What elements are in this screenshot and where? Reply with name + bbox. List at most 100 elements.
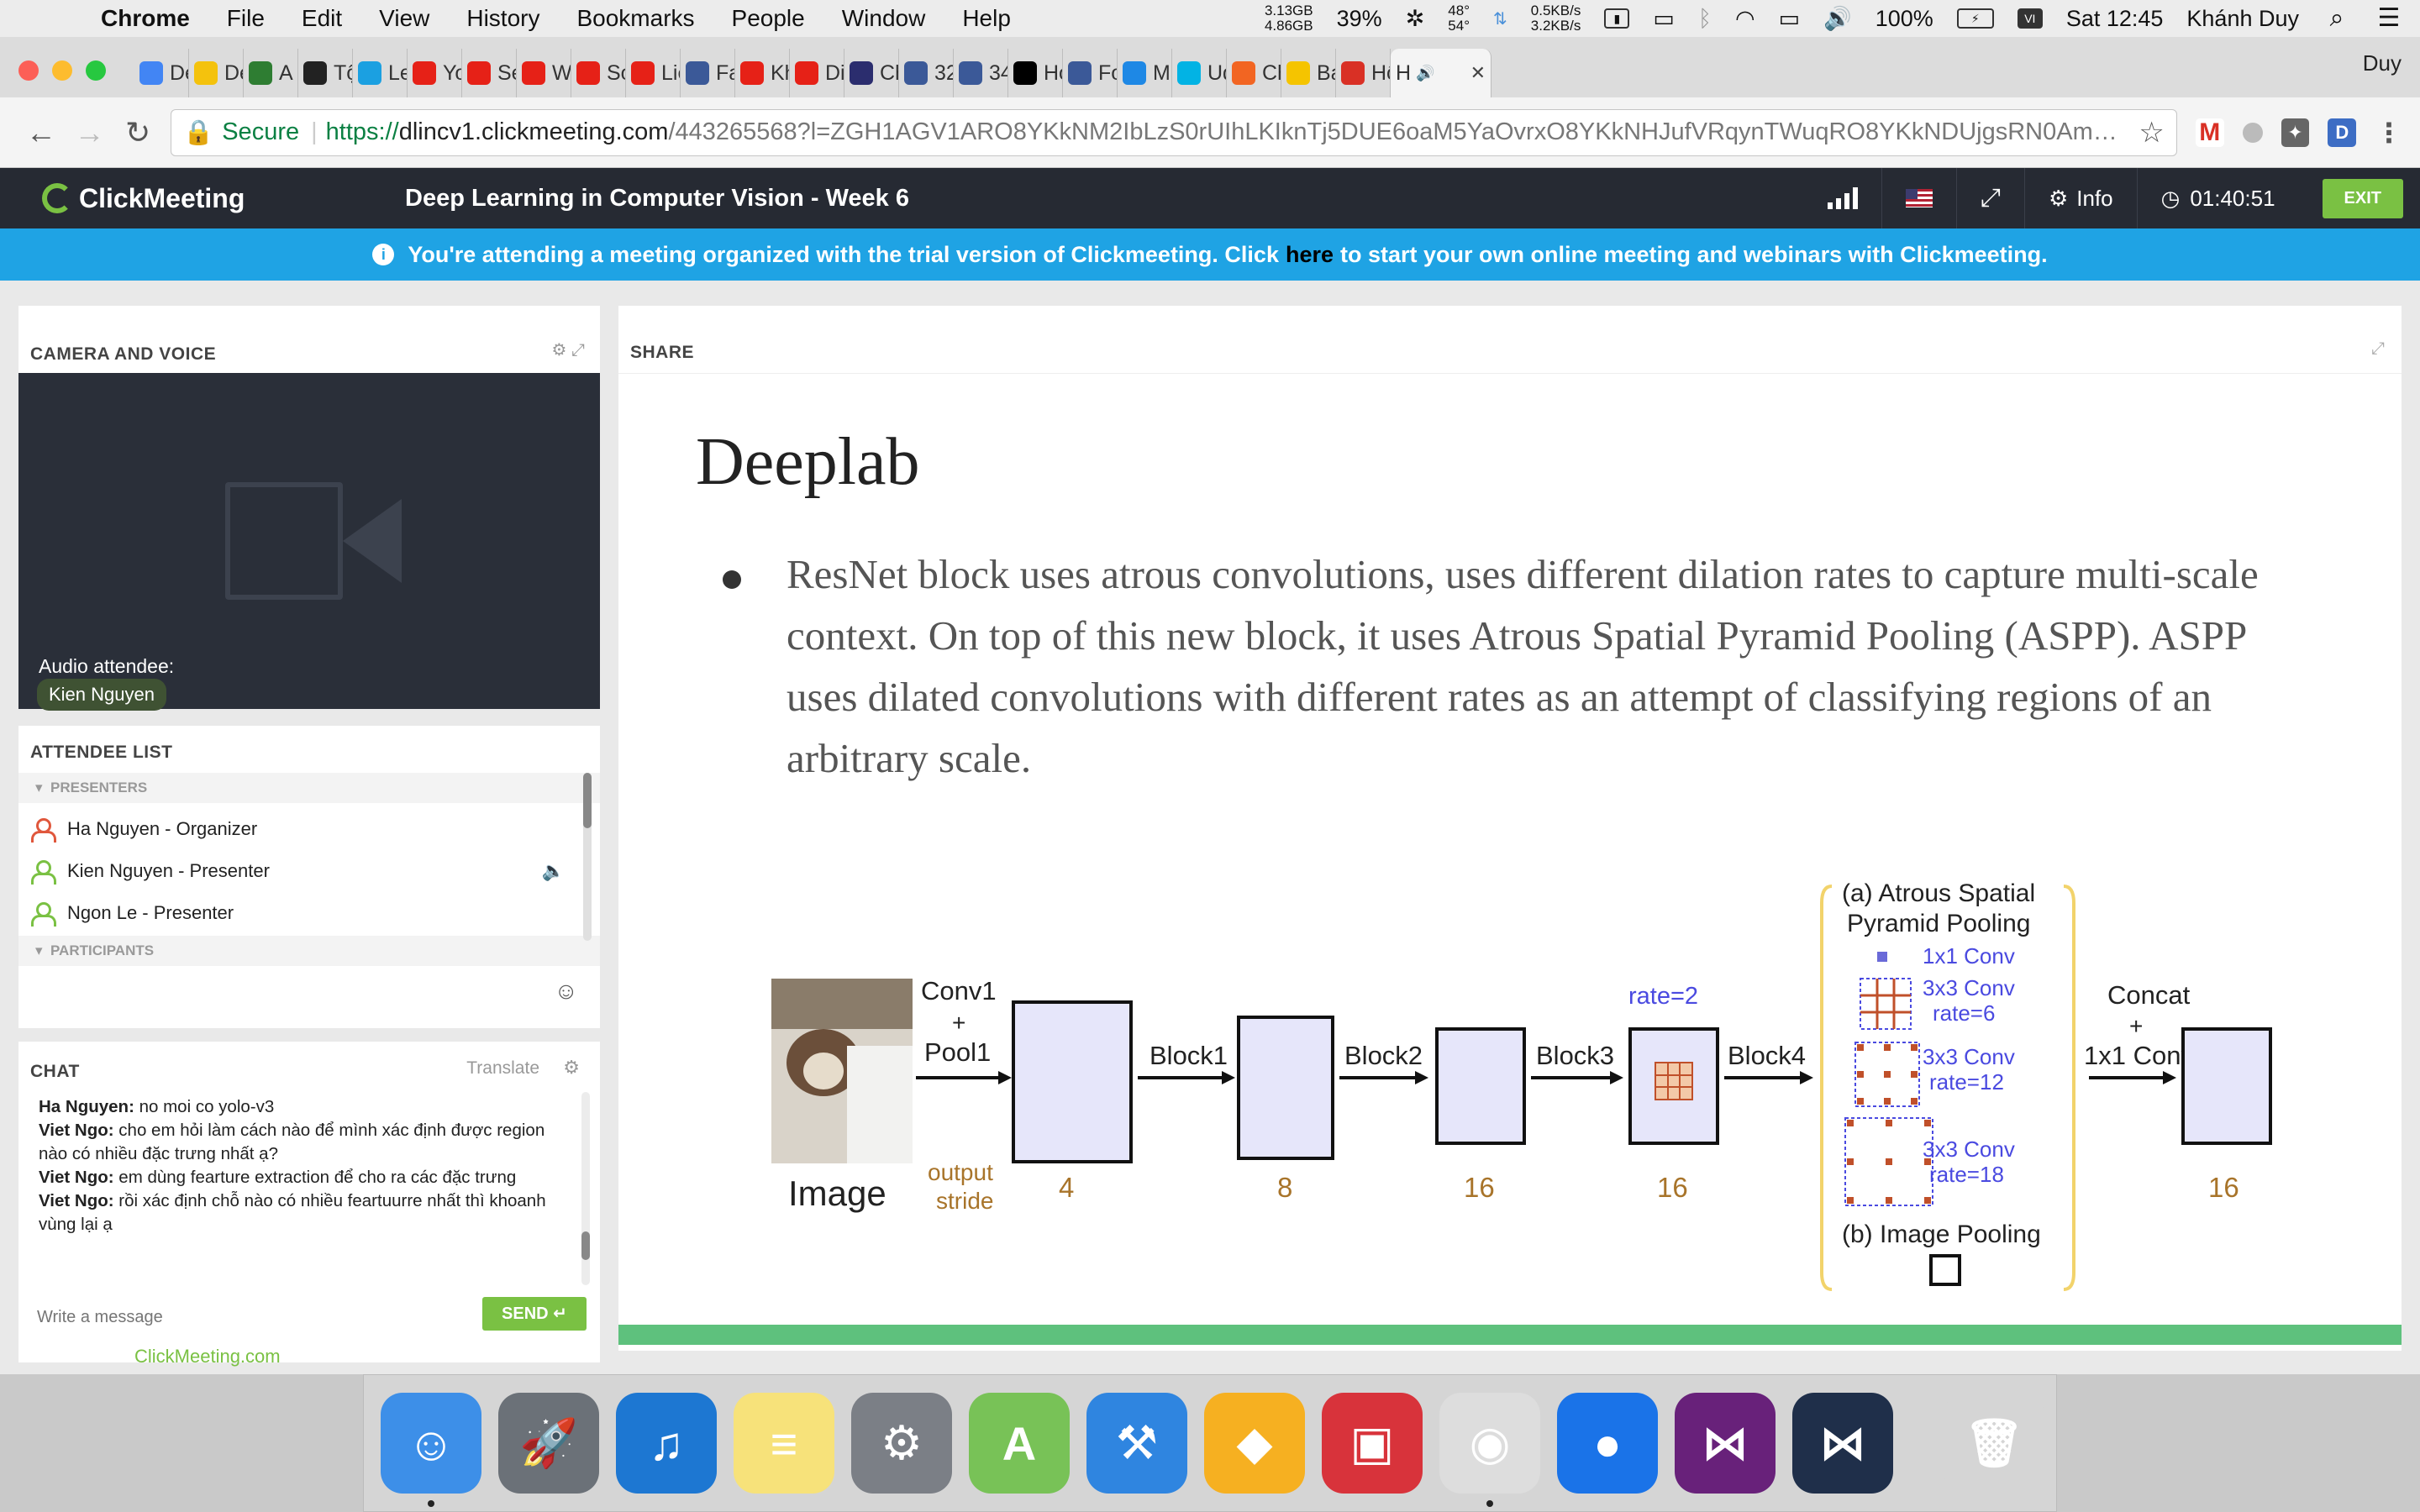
browser-tab[interactable]: Kh (735, 49, 790, 97)
fullscreen-button[interactable]: ⤢ (1955, 168, 2024, 228)
battery-percent[interactable]: 100% (1876, 6, 1933, 32)
menu-view[interactable]: View (379, 5, 429, 32)
browser-tab[interactable]: Ma (1118, 49, 1172, 97)
browser-tab[interactable]: Fo (1063, 49, 1118, 97)
dock-app-sketch[interactable]: ◆ (1204, 1393, 1305, 1494)
d-extension-icon[interactable]: D (2328, 118, 2357, 147)
volume-icon[interactable]: 🔊 (1823, 5, 1852, 32)
menu-help[interactable]: Help (962, 5, 1011, 32)
chrome-menu-icon[interactable]: ⋮ (2375, 118, 2403, 147)
browser-tab[interactable]: De (189, 49, 244, 97)
bookmark-star-icon[interactable]: ☆ (2128, 116, 2164, 150)
gmail-extension-icon[interactable]: M (2195, 118, 2224, 147)
browser-tab[interactable]: Fac (681, 49, 735, 97)
browser-tab[interactable]: Dir (790, 49, 844, 97)
browser-tab[interactable]: Ud (1172, 49, 1227, 97)
browser-tab[interactable]: So (571, 49, 626, 97)
powered-by-link[interactable]: ClickMeeting.com (134, 1346, 281, 1368)
input-source-icon[interactable]: VI (2017, 8, 2043, 29)
menu-file[interactable]: File (227, 5, 265, 32)
banner-here-link[interactable]: here (1286, 242, 1334, 268)
close-window-button[interactable] (18, 60, 39, 81)
browser-tab[interactable]: Ch (1227, 49, 1281, 97)
attendee-scrollbar[interactable] (583, 773, 592, 941)
dock-app-notes[interactable]: ≡ (734, 1393, 834, 1494)
dock-app-vs-code[interactable]: ⋈ (1792, 1393, 1893, 1494)
attendee-row[interactable]: Ngon Le - Presenter (18, 892, 573, 934)
chat-settings-icon[interactable]: ⚙ (563, 1057, 580, 1079)
browser-tab[interactable]: Hộ (1336, 49, 1391, 97)
dock-app-visual-studio[interactable]: ⋈ (1675, 1393, 1776, 1494)
zoom-window-button[interactable] (86, 60, 106, 81)
menubar-clock[interactable]: Sat 12:45 (2066, 6, 2164, 32)
browser-tab[interactable]: Ho (1008, 49, 1063, 97)
browser-tab[interactable]: We (517, 49, 571, 97)
browser-tab[interactable]: 34 (954, 49, 1008, 97)
address-bar[interactable]: 🔒 Secure | https:// dlincv1.clickmeeting… (171, 108, 2177, 156)
browser-tab[interactable]: Tộ (298, 49, 353, 97)
emoji-icon[interactable]: ☺ (554, 978, 578, 1005)
display-icon[interactable]: ▭ (1653, 6, 1675, 32)
expand-icon[interactable]: ⤢ (2371, 339, 2385, 359)
active-tab[interactable]: H 🔊 ✕ (1391, 49, 1491, 97)
attendee-row[interactable]: Kien Nguyen - Presenter 🔈 (18, 850, 573, 892)
presenters-group-header[interactable]: ▾ PRESENTERS (18, 773, 600, 803)
menu-window[interactable]: Window (842, 5, 926, 32)
browser-tab[interactable]: Ch (844, 49, 899, 97)
minimize-window-button[interactable] (52, 60, 72, 81)
send-button[interactable]: SEND ↵ (482, 1297, 587, 1331)
wifi-icon[interactable]: ◠ (1735, 6, 1755, 32)
chat-scrollbar[interactable] (581, 1092, 590, 1285)
browser-tab[interactable]: De (134, 49, 189, 97)
dock-app-android-studio[interactable]: A (969, 1393, 1070, 1494)
network-stat[interactable]: 0.5KB/s 3.2KB/s (1531, 3, 1581, 34)
connection-quality[interactable] (1804, 168, 1881, 228)
extension-dot-icon[interactable] (2242, 122, 2263, 143)
close-tab-icon[interactable]: ✕ (1470, 62, 1486, 84)
browser-tab[interactable]: Se (462, 49, 517, 97)
memory-stat[interactable]: 3.13GB 4.86GB (1265, 3, 1313, 34)
dock-app-chrome[interactable]: ◉ (1439, 1393, 1540, 1507)
back-arrow-icon[interactable]: ← (17, 115, 66, 150)
menu-people[interactable]: People (732, 5, 805, 32)
browser-tab[interactable]: A c (244, 49, 298, 97)
menu-app-name[interactable]: Chrome (101, 5, 190, 32)
browser-tab[interactable]: Liê (626, 49, 681, 97)
translate-link[interactable]: Translate (466, 1058, 539, 1079)
browser-tab[interactable]: 32 (899, 49, 954, 97)
cpu-stat[interactable]: 39% (1337, 6, 1382, 32)
menu-history[interactable]: History (466, 5, 539, 32)
info-button[interactable]: ⚙ Info (2023, 168, 2137, 228)
camera-settings-icon[interactable]: ⚙ ⤢ (552, 339, 586, 360)
dock-app-trash[interactable]: 🗑 (1944, 1393, 2044, 1494)
dock-app-launchpad[interactable]: 🚀 (498, 1393, 599, 1494)
disk-icon[interactable]: ▮ (1604, 8, 1630, 29)
temperature-stat[interactable]: 48° 54° (1448, 3, 1470, 34)
notification-center-icon[interactable]: ☰ (2375, 6, 2403, 31)
participants-group-header[interactable]: ▾ PARTICIPANTS (18, 936, 600, 966)
spotlight-search-icon[interactable]: ⌕ (2323, 6, 2351, 31)
reload-icon[interactable]: ↻ (113, 115, 162, 150)
battery-icon[interactable]: ⚡ (1956, 8, 1994, 29)
chat-message-input[interactable] (37, 1300, 474, 1334)
dock-app-xcode[interactable]: ⚒ (1086, 1393, 1187, 1494)
dock-app-parallels[interactable]: ▣ (1322, 1393, 1423, 1494)
language-selector[interactable] (1881, 168, 1956, 228)
profile-name[interactable]: Duy (2363, 50, 2402, 76)
airplay-icon[interactable]: ▭ (1779, 6, 1801, 32)
menubar-user[interactable]: Khánh Duy (2186, 6, 2299, 32)
attendee-row[interactable]: Ha Nguyen - Organizer (18, 808, 573, 850)
exit-button[interactable]: EXIT (2322, 178, 2403, 218)
lightbulb-extension-icon[interactable]: ✦ (2281, 118, 2310, 147)
browser-tab[interactable]: Lei (353, 49, 408, 97)
browser-tab[interactable]: Bai (1281, 49, 1336, 97)
bluetooth-icon[interactable]: ᛒ (1698, 6, 1712, 32)
dock-app-itunes[interactable]: ♫ (616, 1393, 717, 1494)
new-tab-button[interactable] (1491, 49, 1567, 97)
forward-arrow-icon[interactable]: → (66, 115, 114, 150)
menu-bookmarks[interactable]: Bookmarks (576, 5, 694, 32)
dock-app-finder[interactable]: ☺ (381, 1393, 481, 1507)
dock-app-proxyman[interactable]: ● (1557, 1393, 1658, 1494)
menu-edit[interactable]: Edit (302, 5, 342, 32)
dock-app-system-preferences[interactable]: ⚙ (851, 1393, 952, 1494)
